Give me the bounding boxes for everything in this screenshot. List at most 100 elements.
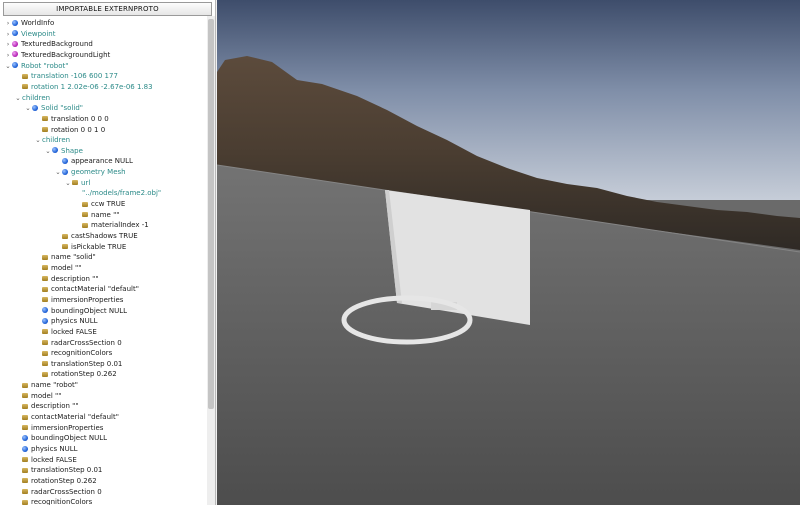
field-gold-icon: [42, 297, 48, 303]
chevron-down-icon[interactable]: ⌄: [14, 93, 22, 104]
tree-node[interactable]: translationStep 0.01: [14, 465, 102, 476]
tree-node[interactable]: ⌄children: [34, 135, 70, 146]
tree-node[interactable]: ⌄ geometry Mesh: [54, 167, 125, 178]
sphere-blue-icon: [52, 147, 58, 154]
tree-node[interactable]: rotationStep 0.262: [34, 369, 117, 380]
chevron-down-icon[interactable]: ⌄: [24, 103, 32, 114]
tree-node[interactable]: locked FALSE: [14, 455, 77, 466]
3d-scene: [217, 0, 800, 505]
tree-node-label: TexturedBackgroundLight: [21, 50, 111, 59]
tree-node-label: immersionProperties: [51, 295, 124, 304]
scene-tree: › WorldInfo › Viewpoint › TexturedBackground ›…: [0, 16, 207, 505]
tree-node[interactable]: model "": [34, 263, 81, 274]
tree-node-label: immersionProperties: [31, 423, 104, 432]
tree-node[interactable]: rotationStep 0.262: [14, 476, 97, 487]
tree-node[interactable]: contactMaterial "default": [14, 412, 119, 423]
tree-node[interactable]: physics NULL: [14, 444, 78, 455]
tree-node[interactable]: physics NULL: [34, 316, 98, 327]
chevron-right-icon[interactable]: ›: [4, 18, 12, 29]
field-gold-icon: [22, 457, 28, 463]
field-gold-icon: [22, 403, 28, 409]
sphere-magenta-icon: [12, 40, 18, 47]
tree-node[interactable]: boundingObject NULL: [34, 306, 127, 317]
chevron-down-icon[interactable]: ⌄: [54, 167, 62, 178]
field-gold-icon: [22, 467, 28, 473]
tree-node[interactable]: description "": [34, 274, 99, 285]
tree-node[interactable]: castShadows TRUE: [54, 231, 138, 242]
tree-node[interactable]: translationStep 0.01: [34, 359, 122, 370]
tree-node[interactable]: recognitionColors: [14, 497, 92, 505]
sphere-blue-icon: [12, 30, 18, 37]
tree-node[interactable]: rotation 0 0 1 0: [34, 125, 105, 136]
chevron-right-icon[interactable]: ›: [4, 50, 12, 61]
scene-tree-scrollbar[interactable]: [207, 16, 215, 505]
tree-node[interactable]: ⌄ Robot "robot": [4, 61, 68, 72]
field-gold-icon: [22, 73, 28, 79]
field-gold-icon: [22, 84, 28, 90]
tree-node[interactable]: immersionProperties: [34, 295, 123, 306]
tree-node[interactable]: name "": [74, 210, 120, 221]
tree-node[interactable]: appearance NULL: [54, 156, 133, 167]
field-gold-icon: [42, 116, 48, 122]
tree-node-label: boundingObject NULL: [31, 434, 108, 443]
tree-node[interactable]: model "": [14, 391, 61, 402]
chevron-right-icon[interactable]: ›: [4, 39, 12, 50]
tree-node[interactable]: isPickable TRUE: [54, 242, 126, 253]
scene-tree-panel: IMPORTABLE EXTERNPROTO › WorldInfo › Viewpo…: [0, 0, 216, 505]
tree-node[interactable]: rotation 1 2.02e-06 -2.67e-06 1.83: [14, 82, 153, 93]
tree-node-label: translation -106 600 177: [31, 72, 118, 81]
tree-node[interactable]: immersionProperties: [14, 423, 103, 434]
tree-node[interactable]: › TexturedBackgroundLight: [4, 50, 111, 61]
tree-node[interactable]: translation 0 0 0: [34, 114, 109, 125]
chevron-down-icon[interactable]: ⌄: [4, 61, 12, 72]
tree-node[interactable]: materialIndex -1: [74, 220, 149, 231]
tree-node[interactable]: "../models/frame2.obj": [74, 188, 161, 199]
tree-node-label: locked FALSE: [31, 455, 77, 464]
tree-node[interactable]: ⌄ Shape: [44, 146, 83, 157]
tree-node-label: appearance NULL: [71, 157, 133, 166]
tree-node[interactable]: › TexturedBackground: [4, 39, 93, 50]
chevron-right-icon[interactable]: ›: [4, 29, 12, 40]
field-gold-icon: [22, 393, 28, 399]
sphere-blue-icon: [22, 445, 28, 452]
tree-node[interactable]: ⌄ Solid "solid": [24, 103, 83, 114]
tree-node-label: recognitionColors: [51, 349, 113, 358]
tree-node[interactable]: contactMaterial "default": [34, 284, 139, 295]
scrollbar-thumb[interactable]: [208, 19, 214, 409]
tree-node-label: children: [22, 93, 51, 102]
tree-node-label: Robot "robot": [21, 61, 69, 70]
tree-node[interactable]: ccw TRUE: [74, 199, 125, 210]
tree-node[interactable]: name "robot": [14, 380, 78, 391]
field-gold-icon: [42, 265, 48, 271]
chevron-down-icon[interactable]: ⌄: [64, 178, 72, 189]
tree-node[interactable]: ⌄children: [14, 93, 50, 104]
tree-node[interactable]: description "": [14, 401, 79, 412]
3d-viewport[interactable]: [217, 0, 800, 505]
tree-node-label: Viewpoint: [21, 29, 56, 38]
tree-node[interactable]: radarCrossSection 0: [34, 338, 122, 349]
tree-node[interactable]: recognitionColors: [34, 348, 112, 359]
tree-node-label: children: [42, 136, 71, 145]
tree-node-label: isPickable TRUE: [71, 242, 127, 251]
tree-node[interactable]: radarCrossSection 0: [14, 487, 102, 498]
tree-node[interactable]: translation -106 600 177: [14, 71, 118, 82]
tree-node-label: rotation 0 0 1 0: [51, 125, 106, 134]
sphere-blue-icon: [12, 19, 18, 26]
tree-node[interactable]: boundingObject NULL: [14, 433, 107, 444]
chevron-down-icon[interactable]: ⌄: [34, 135, 42, 146]
tree-node[interactable]: › Viewpoint: [4, 29, 56, 40]
tree-node-label: rotationStep 0.262: [31, 476, 97, 485]
field-gold-icon: [22, 414, 28, 420]
tree-node-label: contactMaterial "default": [31, 413, 119, 422]
importable-externproto-button[interactable]: IMPORTABLE EXTERNPROTO: [3, 2, 212, 16]
tree-node[interactable]: › WorldInfo: [4, 18, 55, 29]
tree-node[interactable]: ⌄ url: [64, 178, 90, 189]
field-gold-icon: [82, 201, 88, 207]
field-gold-icon: [42, 276, 48, 282]
field-gold-icon: [82, 222, 88, 228]
chevron-down-icon[interactable]: ⌄: [44, 146, 52, 157]
tree-node-label: model "": [51, 263, 82, 272]
field-gold-icon: [42, 361, 48, 367]
tree-node[interactable]: locked FALSE: [34, 327, 97, 338]
tree-node[interactable]: name "solid": [34, 252, 96, 263]
